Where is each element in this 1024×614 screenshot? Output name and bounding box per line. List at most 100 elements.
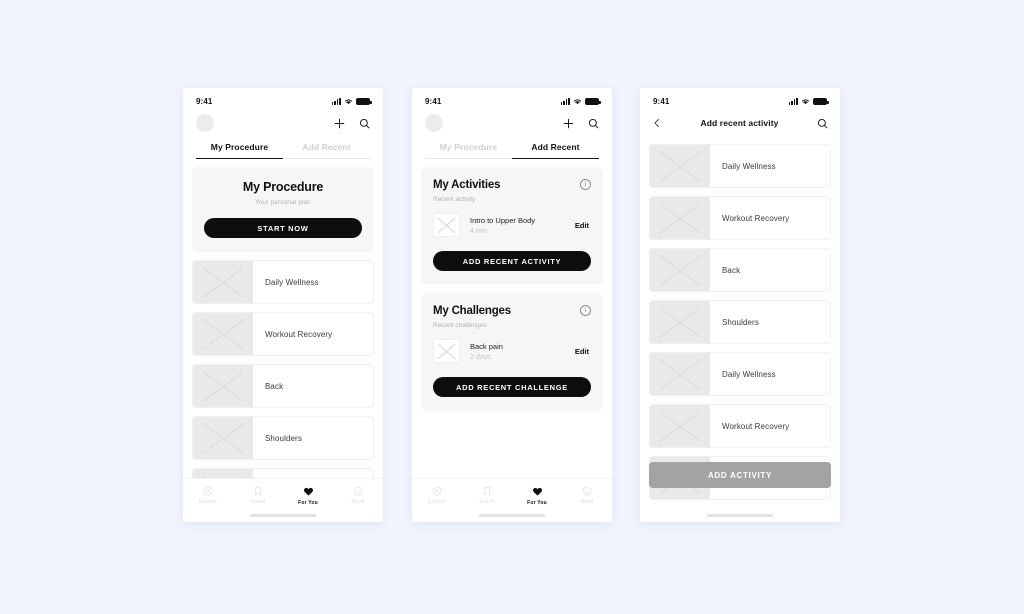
list-item[interactable]: Workout Recovery — [649, 404, 831, 448]
page-title: My Procedure — [242, 180, 324, 194]
list-item-label: Workout Recovery — [265, 329, 333, 339]
thumbnail-placeholder — [193, 313, 253, 355]
status-bar: 9:41 — [412, 88, 612, 110]
tab-add-recent[interactable]: Add Recent — [512, 142, 599, 159]
section-title: My Activities — [433, 179, 501, 191]
list-item-label: Back — [722, 265, 741, 275]
top-nav: My Procedure Add Recent — [183, 110, 383, 159]
list-item[interactable]: Daily Wellness — [649, 144, 831, 188]
mockup-canvas: 9:41 My Procedure Add Recent My Procedur… — [0, 0, 1024, 614]
tabbar-item-for-you[interactable]: For You — [283, 486, 333, 506]
battery-icon — [813, 97, 829, 105]
tab-add-recent[interactable]: Add Recent — [283, 142, 370, 159]
list-item[interactable]: Shoulders — [192, 416, 374, 460]
tab-my-procedure[interactable]: My Procedure — [425, 142, 512, 159]
add-activity-button[interactable]: ADD ACTIVITY — [649, 462, 831, 488]
list-item[interactable]: Workout Recovery — [192, 312, 374, 356]
hero-subtitle: Your personal plan — [255, 199, 311, 206]
challenge-duration: 2 days — [470, 353, 491, 361]
tabbar-item-saved[interactable]: Saved — [233, 486, 283, 505]
tab-my-procedure[interactable]: My Procedure — [196, 142, 283, 159]
thumbnail-placeholder — [193, 417, 253, 459]
battery-icon — [356, 97, 372, 105]
heart-icon — [532, 486, 543, 497]
edit-button[interactable]: Edit — [575, 347, 591, 356]
compass-icon — [203, 486, 213, 496]
list-item[interactable]: Daily Wellness — [192, 260, 374, 304]
tabbar-item-for-you[interactable]: For You — [512, 486, 562, 506]
search-icon[interactable] — [588, 118, 599, 129]
top-nav: My Procedure Add Recent — [412, 110, 612, 159]
tabbar-label: Saved — [250, 499, 266, 505]
signal-bars-icon — [331, 97, 341, 105]
tab-bar-top: My Procedure Add Recent — [425, 142, 599, 159]
my-activities-card: My Activities Recent activity i Intro to… — [421, 167, 603, 285]
page-title: Add recent activity — [700, 118, 779, 128]
wifi-icon — [344, 98, 353, 105]
tabbar-label: Explore — [427, 499, 447, 505]
plus-icon[interactable] — [563, 118, 574, 129]
info-icon[interactable]: i — [580, 305, 591, 316]
home-indicator — [250, 514, 316, 517]
list-item[interactable]: Back — [649, 248, 831, 292]
activity-title: Intro to Upper Body — [470, 215, 536, 225]
heart-icon — [303, 486, 314, 497]
home-indicator — [479, 514, 545, 517]
list-item[interactable]: Daily Wellness — [649, 352, 831, 396]
smiley-icon — [582, 486, 592, 496]
tabbar-label: Saved — [479, 499, 495, 505]
thumbnail-placeholder — [433, 339, 460, 363]
tabbar-item-explore[interactable]: Explore — [183, 486, 233, 505]
tabbar-item-explore[interactable]: Explore — [412, 486, 462, 505]
thumbnail-placeholder — [650, 353, 710, 395]
chevron-left-icon[interactable] — [652, 118, 662, 128]
list-item-label: Shoulders — [722, 317, 759, 327]
info-icon[interactable]: i — [580, 179, 591, 190]
thumbnail-placeholder — [650, 197, 710, 239]
bottom-tab-bar: Explore Saved For You Mood — [183, 478, 383, 522]
list-item-label: Workout Recovery — [722, 213, 790, 223]
search-icon[interactable] — [359, 118, 370, 129]
start-now-button[interactable]: START NOW — [204, 218, 362, 238]
section-title: My Challenges — [433, 305, 511, 317]
avatar[interactable] — [196, 114, 214, 132]
challenge-entry[interactable]: Back pain 2 days Edit — [433, 339, 591, 363]
list-item[interactable]: Back — [192, 364, 374, 408]
tabbar-label: For You — [298, 500, 318, 506]
list-item[interactable]: Workout Recovery — [649, 196, 831, 240]
page-header: Add recent activity — [640, 110, 840, 136]
status-bar-time: 9:41 — [196, 96, 213, 106]
tabbar-item-saved[interactable]: Saved — [462, 486, 512, 505]
status-bar-icons — [331, 97, 372, 105]
list-item-label: Daily Wellness — [265, 277, 319, 287]
activity-entry[interactable]: Intro to Upper Body 4 min Edit — [433, 213, 591, 237]
thumbnail-placeholder — [433, 213, 460, 237]
thumbnail-placeholder — [650, 301, 710, 343]
status-bar: 9:41 — [183, 88, 383, 110]
hero-card: My Procedure Your personal plan START NO… — [192, 167, 374, 252]
status-bar-icons — [788, 97, 829, 105]
procedure-list: Daily Wellness Workout Recovery Back Sho… — [192, 260, 374, 512]
list-item-label: Shoulders — [265, 433, 302, 443]
battery-icon — [585, 97, 601, 105]
activity-duration: 4 min — [470, 227, 488, 235]
edit-button[interactable]: Edit — [575, 221, 591, 230]
tabbar-item-mood[interactable]: Mood — [562, 486, 612, 505]
list-item[interactable]: Shoulders — [649, 300, 831, 344]
tabbar-item-mood[interactable]: Mood — [333, 486, 383, 505]
bookmark-icon — [482, 486, 492, 496]
tabbar-label: Mood — [580, 499, 594, 505]
add-recent-activity-button[interactable]: ADD RECENT ACTIVITY — [433, 251, 591, 271]
screen-body: My Activities Recent activity i Intro to… — [412, 167, 612, 411]
tabbar-label: Mood — [351, 499, 365, 505]
avatar[interactable] — [425, 114, 443, 132]
smiley-icon — [353, 486, 363, 496]
tabbar-label: For You — [527, 500, 547, 506]
thumbnail-placeholder — [650, 145, 710, 187]
plus-icon[interactable] — [334, 118, 345, 129]
add-recent-challenge-button[interactable]: ADD RECENT CHALLENGE — [433, 377, 591, 397]
search-icon[interactable] — [817, 118, 828, 129]
wifi-icon — [573, 98, 582, 105]
tab-bar-top: My Procedure Add Recent — [196, 142, 370, 159]
phone-screen-my-procedure: 9:41 My Procedure Add Recent My Procedur… — [183, 88, 383, 522]
